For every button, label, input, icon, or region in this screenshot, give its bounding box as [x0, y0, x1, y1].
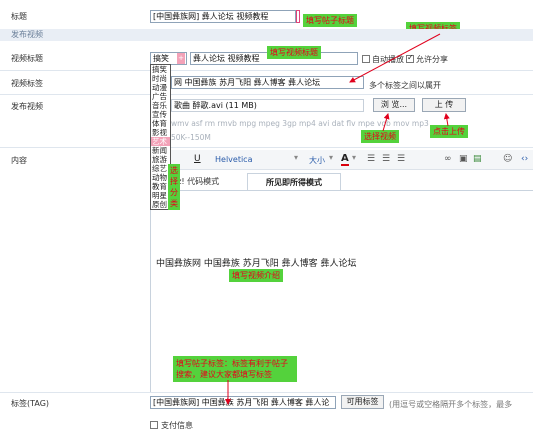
- category-selected-text: 搞笑: [153, 54, 169, 63]
- file-path-input[interactable]: 歌曲 醉歌.avi (11 MB): [171, 99, 364, 112]
- underline-button[interactable]: U: [194, 154, 201, 164]
- note-select-video: 选择视频: [361, 130, 399, 143]
- section-publish-video: 发布视频: [0, 29, 533, 41]
- payment-label: 支付信息: [161, 421, 193, 430]
- divider: [0, 147, 533, 148]
- category-option[interactable]: 音乐: [151, 101, 170, 110]
- tag-hint: (用逗号或空格隔开多个标签，最多: [389, 400, 513, 409]
- align-center-icon[interactable]: ☰: [382, 154, 390, 164]
- category-option[interactable]: 时尚: [151, 74, 170, 83]
- browse-button[interactable]: 浏 览...: [373, 98, 415, 112]
- text-cursor: [296, 10, 300, 23]
- tab-code-mode[interactable]: zz! 代码模式: [173, 173, 243, 190]
- size-limit: 50K--150M: [171, 133, 211, 142]
- post-tags-input[interactable]: [中国彝族网] 中国彝族 苏月飞阳 彝人博客 彝人论: [150, 396, 336, 409]
- align-right-icon[interactable]: ☰: [397, 154, 405, 164]
- category-option[interactable]: 旅游: [151, 155, 170, 164]
- tag-label: 标签(TAG): [11, 399, 50, 408]
- available-tags-button[interactable]: 可用标签: [341, 395, 384, 409]
- upload-button[interactable]: 上 传: [422, 98, 466, 112]
- note-click-upload: 点击上传: [430, 125, 468, 138]
- note-video-intro: 填写视频介绍: [229, 269, 283, 282]
- editor-body-text[interactable]: 中国彝族网 中国彝族 苏月飞阳 彝人博客 彝人论坛: [156, 256, 356, 269]
- note-post-title: 填写帖子标题: [303, 14, 357, 27]
- font-family-select[interactable]: Helvetica: [215, 155, 252, 164]
- editor-toolbar: U Helvetica ▾ 大小 ▾ A ▾ ☰ ☰ ☰ ∞ ▣ ▤ ☺ ‹›: [151, 150, 533, 170]
- select-arrow-icon: +: [177, 53, 185, 64]
- align-left-icon[interactable]: ☰: [367, 154, 375, 164]
- title-label: 标题: [11, 12, 27, 21]
- font-size-select[interactable]: 大小: [309, 155, 325, 166]
- video-tags-label: 视频标签: [11, 79, 43, 88]
- code-icon[interactable]: ‹›: [521, 154, 528, 164]
- category-option[interactable]: 宣传: [151, 110, 170, 119]
- video-title-label: 视频标题: [11, 54, 43, 63]
- autoplay-label: 自动播放: [372, 55, 404, 64]
- font-size-arrow-icon: ▾: [329, 153, 334, 162]
- allow-share-checkbox[interactable]: [406, 53, 414, 63]
- divider: [0, 94, 533, 95]
- divider: [0, 392, 533, 393]
- emoticon-icon[interactable]: ☺: [503, 154, 512, 164]
- category-option[interactable]: 新闻: [151, 146, 170, 155]
- allowed-formats: wmv asf rm rmvb mpg mpeg 3gp mp4 avi dat…: [171, 119, 429, 128]
- image-icon[interactable]: ▣: [459, 154, 468, 164]
- category-option[interactable]: 搞笑: [151, 65, 170, 74]
- font-color-button[interactable]: A: [341, 153, 349, 166]
- payment-checkbox[interactable]: [150, 421, 158, 429]
- category-option-highlighted[interactable]: 艺术: [151, 137, 170, 146]
- note-post-tags: 填写帖子标签：标签有利于帖子搜索，建议大家都填写标签: [173, 356, 297, 382]
- media-icon[interactable]: ▤: [473, 154, 482, 164]
- category-option[interactable]: 动漫: [151, 83, 170, 92]
- video-tags-input[interactable]: 网 中国彝族 苏月飞阳 彝人博客 彝人论坛: [171, 76, 364, 89]
- font-family-arrow-icon: ▾: [294, 153, 299, 162]
- note-choose-category: 选择分类: [168, 164, 180, 210]
- content-label: 内容: [11, 156, 27, 165]
- link-icon[interactable]: ∞: [444, 154, 452, 164]
- allow-share-label: 允许分享: [416, 55, 448, 64]
- video-tags-hint: 多个标签之间以属开: [369, 81, 441, 90]
- divider: [151, 190, 533, 191]
- category-option[interactable]: 体育: [151, 119, 170, 128]
- publish-video-label: 发布视频: [11, 102, 43, 111]
- category-option[interactable]: 广告: [151, 92, 170, 101]
- post-title-input[interactable]: [中国彝族网] 彝人论坛 视频教程: [150, 10, 296, 23]
- tab-wysiwyg-mode[interactable]: 所见即所得模式: [247, 173, 341, 191]
- divider: [0, 70, 533, 71]
- font-color-arrow-icon: ▾: [352, 153, 357, 162]
- note-video-title: 填写视频标题: [267, 46, 321, 59]
- autoplay-checkbox[interactable]: [362, 55, 370, 63]
- category-option[interactable]: 影视: [151, 128, 170, 137]
